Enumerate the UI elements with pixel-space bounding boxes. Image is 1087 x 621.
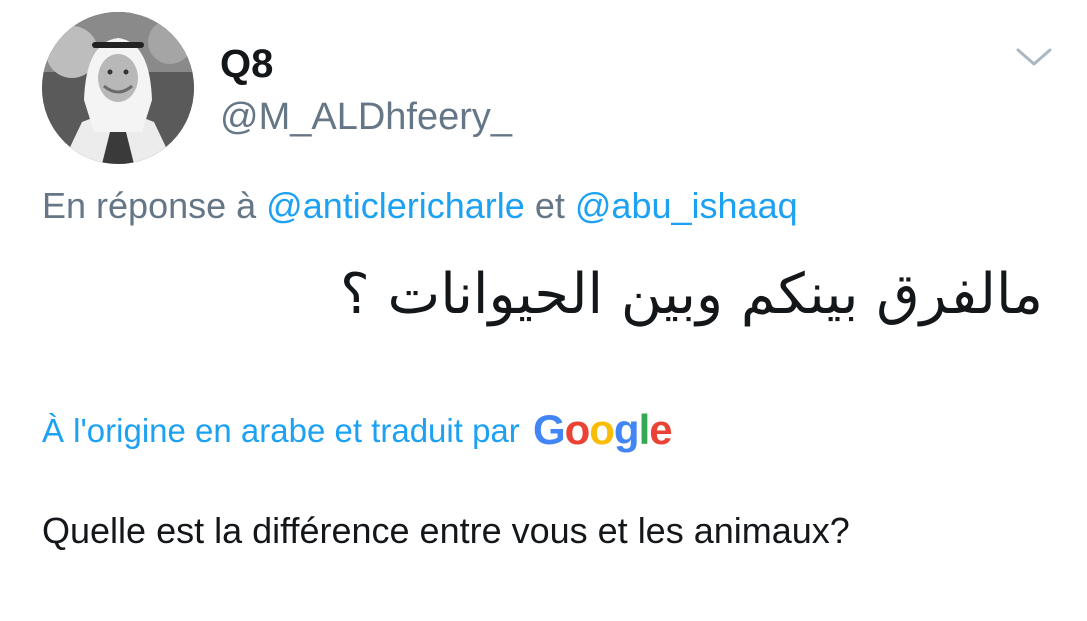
avatar[interactable]	[42, 12, 194, 164]
tweet-original-text: مالفرق بينكم وبين الحيوانات ؟	[340, 262, 1043, 327]
google-logo-letter: l	[638, 406, 651, 453]
google-logo-letter: G	[532, 406, 566, 453]
reply-prefix: En réponse à	[42, 185, 257, 226]
google-logo-letter: o	[589, 406, 615, 453]
display-name[interactable]: Q8	[220, 40, 273, 88]
user-handle[interactable]: @M_ALDhfeery_	[220, 94, 512, 140]
translation-attribution[interactable]: À l'origine en arabe et traduit par Goog…	[42, 406, 673, 453]
chevron-down-icon[interactable]	[1012, 40, 1056, 76]
profile-photo-image	[42, 12, 194, 164]
reply-joiner: et	[534, 185, 565, 226]
reply-mention-link[interactable]: @anticlericharle	[266, 185, 525, 226]
reply-context: En réponse à @anticlericharle et @abu_is…	[42, 184, 798, 228]
google-logo-letter: g	[613, 406, 640, 453]
google-logo-letter: e	[649, 406, 672, 453]
google-logo: Google	[532, 406, 673, 453]
google-logo-letter: o	[564, 406, 591, 453]
translation-attribution-label: À l'origine en arabe et traduit par	[42, 412, 520, 449]
tweet-translated-text: Quelle est la différence entre vous et l…	[42, 510, 850, 551]
reply-mention-link[interactable]: @abu_ishaaq	[575, 185, 798, 226]
